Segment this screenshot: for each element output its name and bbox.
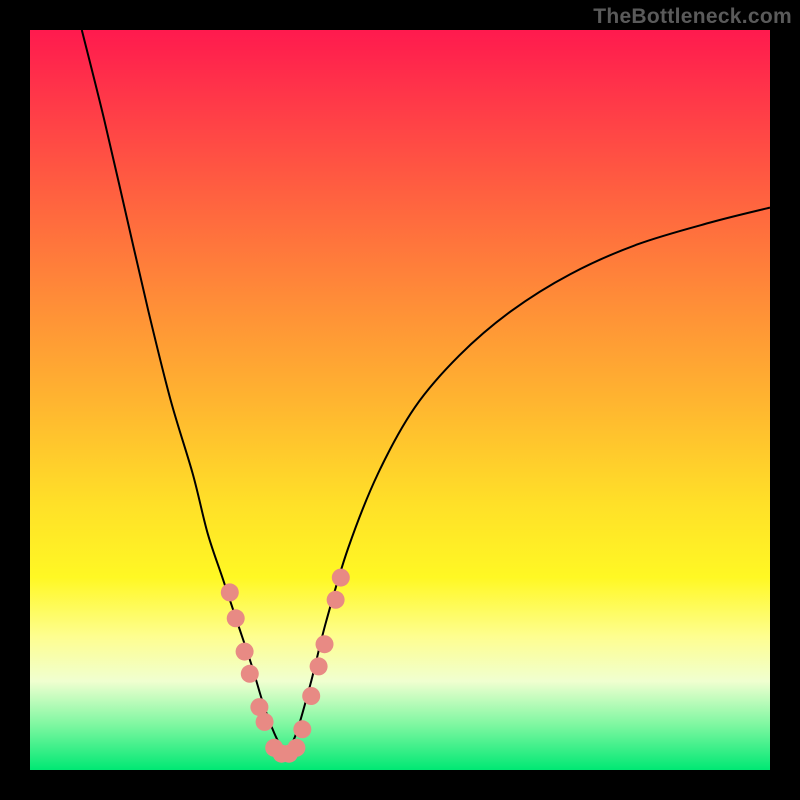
attribution-text: TheBottleneck.com [593,5,792,29]
overlay-dot [236,643,254,661]
overlay-dot [327,591,345,609]
overlay-dot [221,583,239,601]
overlay-dot [310,657,328,675]
chart-plot-area [30,30,770,770]
curve-left-branch [82,30,285,755]
overlay-dot [256,713,274,731]
overlay-dot [241,665,259,683]
overlay-dot [316,635,334,653]
overlay-dot [332,569,350,587]
overlay-dot [227,609,245,627]
overlay-dots-group [221,569,350,763]
overlay-dot [302,687,320,705]
overlay-dot [287,739,305,757]
overlay-dot [293,720,311,738]
curve-right-branch [285,208,770,756]
bottleneck-curve [30,30,770,770]
